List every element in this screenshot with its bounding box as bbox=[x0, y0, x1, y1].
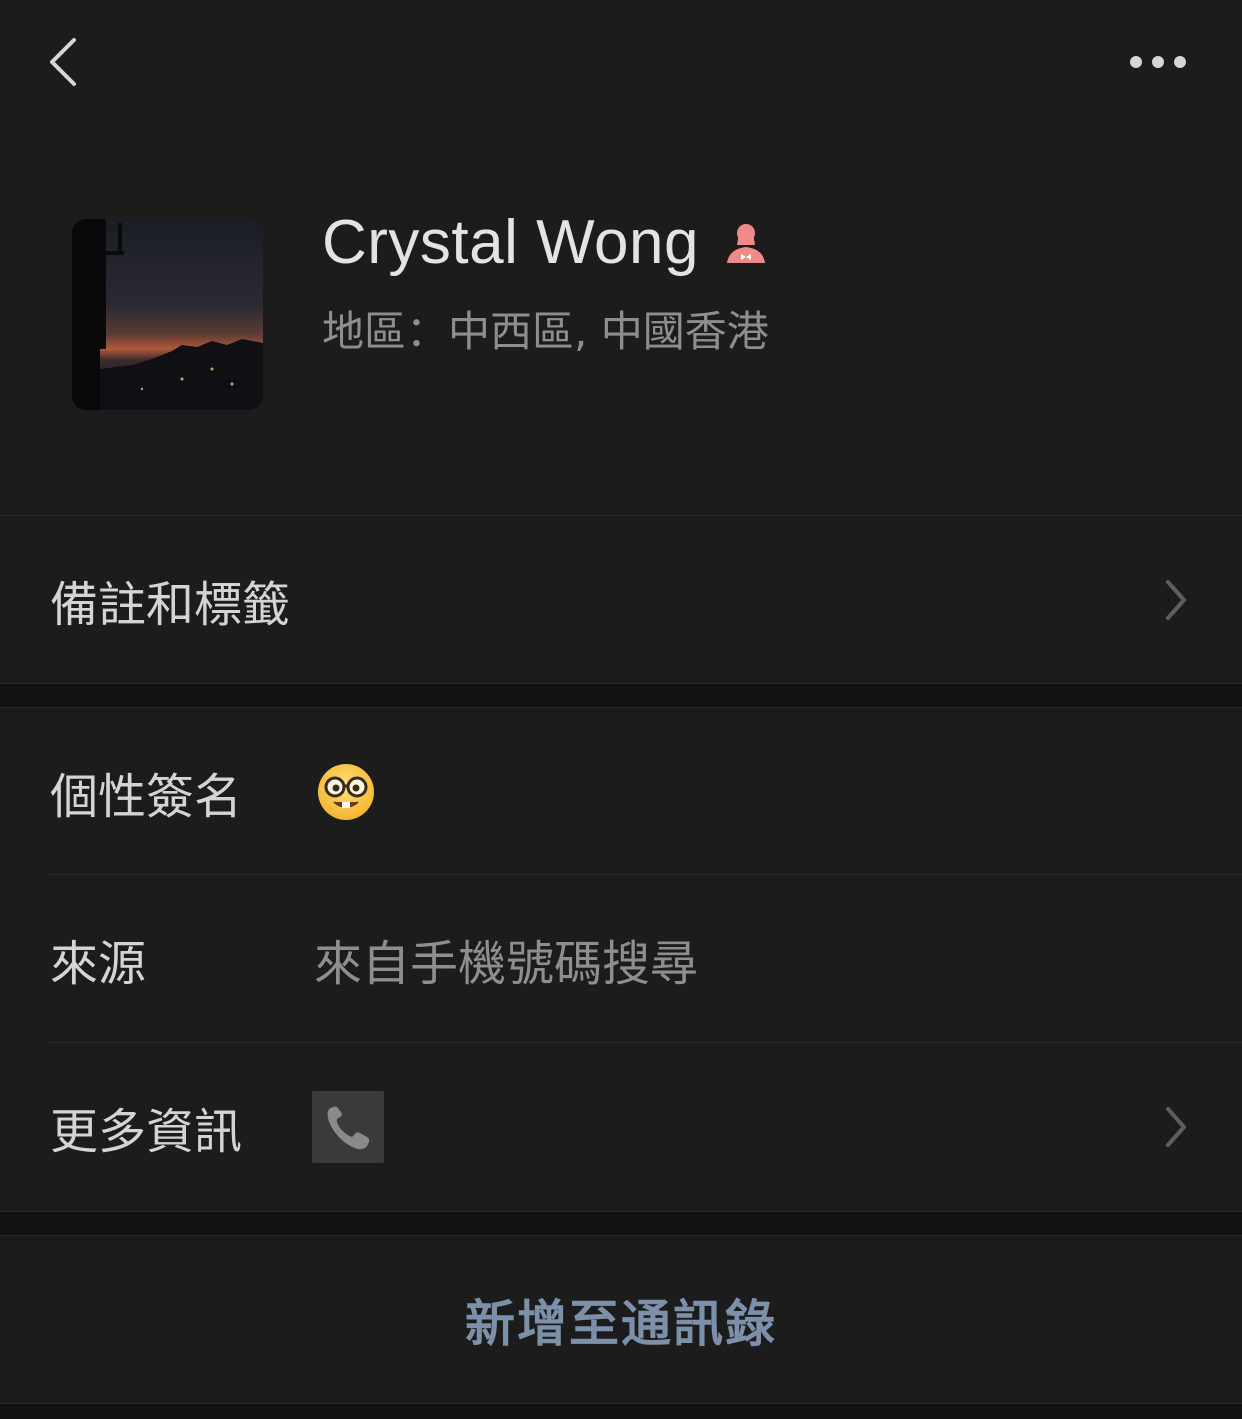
phone-icon bbox=[312, 1091, 384, 1163]
profile-header: Crystal Wong 地區：中西區, 中國香港 bbox=[0, 130, 1242, 516]
add-to-contacts-label: 新增至通訊錄 bbox=[465, 1294, 777, 1353]
divider bbox=[0, 1211, 1242, 1212]
profile-region: 地區：中西區, 中國香港 bbox=[322, 307, 769, 356]
more-options-button[interactable] bbox=[1118, 32, 1198, 92]
signature-row: 個性簽名 bbox=[0, 708, 1242, 875]
female-icon bbox=[726, 224, 765, 263]
source-row: 來源 來自手機號碼搜尋 bbox=[0, 875, 1242, 1042]
remark-tags-row[interactable]: 備註和標籤 bbox=[0, 516, 1242, 683]
chevron-right-icon bbox=[1166, 579, 1186, 620]
signature-label: 個性簽名 bbox=[50, 768, 243, 825]
divider bbox=[0, 1403, 1242, 1404]
nerd-face-emoji-icon bbox=[318, 763, 374, 820]
source-value: 來自手機號碼搜尋 bbox=[314, 935, 699, 992]
remark-tags-label: 備註和標籤 bbox=[50, 576, 291, 633]
add-to-contacts-button[interactable]: 新增至通訊錄 bbox=[0, 1236, 1242, 1403]
name-row: Crystal Wong bbox=[322, 202, 769, 282]
chevron-right-icon bbox=[1166, 1107, 1186, 1147]
back-icon bbox=[50, 38, 76, 86]
avatar[interactable] bbox=[72, 219, 263, 410]
more-info-row[interactable]: 更多資訊 bbox=[0, 1043, 1242, 1211]
remark-section: 備註和標籤 bbox=[0, 516, 1242, 683]
more-info-label: 更多資訊 bbox=[50, 1104, 243, 1160]
profile-name: Crystal Wong bbox=[322, 207, 699, 277]
more-dots-icon bbox=[1130, 56, 1186, 68]
back-button[interactable] bbox=[30, 22, 110, 102]
divider bbox=[0, 683, 1242, 684]
info-section: 個性簽名 來源 來自手機號碼搜尋 更多資訊 bbox=[0, 708, 1242, 1211]
source-label: 來源 bbox=[50, 935, 147, 992]
navigation-bar bbox=[0, 0, 1242, 130]
